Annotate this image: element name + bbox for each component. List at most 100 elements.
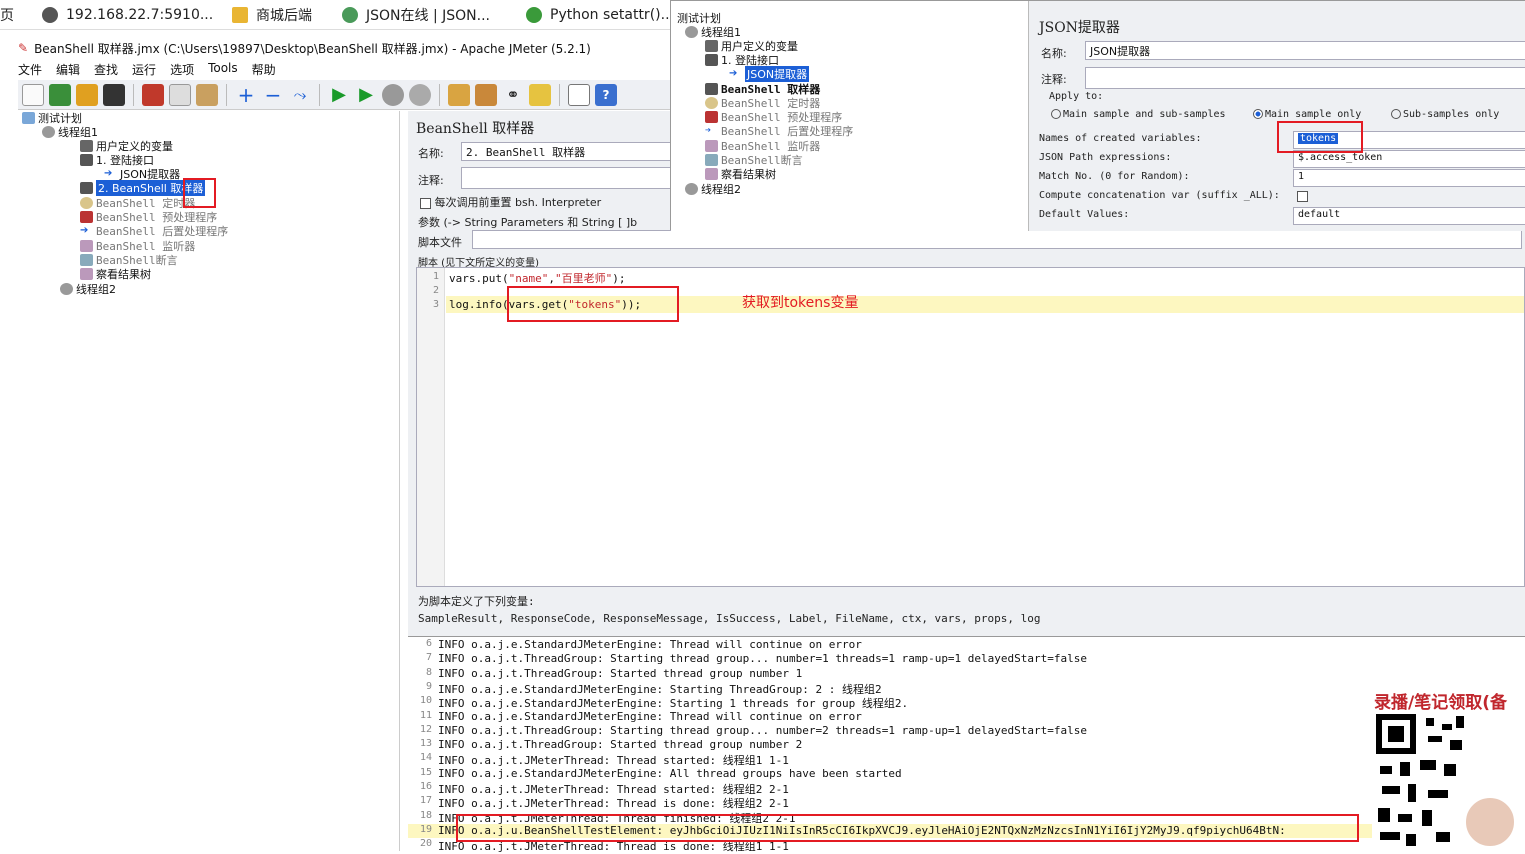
extractor-name-field[interactable]: JSON提取器: [1085, 41, 1525, 60]
ov-node-listener[interactable]: BeanShell 监听器: [705, 139, 820, 153]
panel-heading: BeanShell 取样器: [416, 121, 535, 137]
ov-node-test-plan[interactable]: 测试计划: [677, 11, 721, 25]
qr-code-icon: [1376, 714, 1464, 846]
ov-node-timer[interactable]: BeanShell 定时器: [705, 96, 820, 110]
browser-tab-mall[interactable]: 商城后端: [232, 5, 312, 25]
menu-run[interactable]: 运行: [132, 61, 156, 79]
script-file-field[interactable]: [472, 230, 1522, 249]
toolbar-separator: [319, 83, 320, 106]
log-line-number: 8: [425, 666, 432, 678]
ov-node-results-tree[interactable]: 察看结果树: [705, 167, 776, 181]
save-icon[interactable]: [103, 83, 125, 106]
ov-node-json-extractor[interactable]: ➔ JSON提取器: [729, 66, 810, 82]
radio-main-only[interactable]: Main sample only: [1253, 109, 1361, 120]
radio-main-and-sub[interactable]: Main sample and sub-samples: [1051, 109, 1226, 120]
match-no-field[interactable]: 1: [1293, 169, 1525, 187]
menu-search[interactable]: 查找: [94, 61, 118, 79]
shutdown-icon[interactable]: [409, 83, 431, 106]
test-plan-tree: 测试计划 线程组1 用户定义的变量 1. 登陆接口 ➔ JSON提取器 2. Be…: [18, 111, 400, 851]
default-values-field[interactable]: default: [1293, 207, 1525, 225]
highlight-box-tokens: [1277, 121, 1363, 153]
ov-node-beanshell-sampler[interactable]: BeanShell 取样器: [705, 82, 820, 96]
clear-all-icon[interactable]: [475, 83, 497, 106]
concat-checkbox[interactable]: [1297, 189, 1308, 202]
log-line-number: 12: [419, 723, 432, 735]
menu-tools[interactable]: Tools: [208, 61, 238, 79]
tree-node-thread-group-1[interactable]: 线程组1: [42, 125, 98, 139]
templates-icon[interactable]: [49, 83, 71, 106]
log-line-number: 14: [419, 752, 432, 764]
browser-tab-vnc[interactable]: 192.168.22.7:5910...: [42, 5, 213, 25]
tree-node-json-extractor[interactable]: ➔ JSON提取器: [104, 167, 180, 181]
binoculars-icon[interactable]: ⚭: [502, 84, 524, 106]
log-line-text: INFO o.a.j.t.ThreadGroup: Starting threa…: [438, 723, 1088, 737]
radio-button[interactable]: [1253, 109, 1263, 119]
ov-node-user-vars[interactable]: 用户定义的变量: [705, 39, 798, 53]
start-icon[interactable]: ▶: [328, 84, 350, 106]
radio-sub-only[interactable]: Sub-samples only: [1391, 109, 1499, 120]
extractor-comment-field[interactable]: [1085, 67, 1525, 89]
cut-icon[interactable]: [142, 83, 164, 106]
menu-help[interactable]: 帮助: [252, 61, 276, 79]
tree-node-beanshell-post[interactable]: ➔ BeanShell 后置处理程序: [80, 224, 228, 238]
browser-tab-home[interactable]: 页: [0, 5, 14, 25]
browser-tab-python[interactable]: Python setattr()...: [526, 5, 674, 25]
help-icon[interactable]: ?: [595, 83, 617, 106]
open-icon[interactable]: [76, 83, 98, 106]
ov-node-thread-group-1[interactable]: 线程组1: [685, 25, 741, 39]
reset-search-icon[interactable]: [529, 83, 551, 106]
log-line-text: INFO o.a.j.t.ThreadGroup: Started thread…: [438, 666, 803, 680]
toggle-icon[interactable]: ⤳: [289, 84, 311, 106]
radio-button[interactable]: [1051, 109, 1061, 119]
new-icon[interactable]: [22, 83, 44, 106]
menu-file[interactable]: 文件: [18, 61, 42, 79]
log-line-number: 16: [419, 781, 432, 792]
tree-node-beanshell-timer[interactable]: BeanShell 定时器: [80, 196, 195, 210]
ov-node-post[interactable]: ➔ BeanShell 后置处理程序: [705, 124, 853, 138]
checkbox[interactable]: [1297, 190, 1308, 202]
vars-title: 为脚本定义了下列变量:: [418, 595, 535, 608]
menu-options[interactable]: 选项: [170, 61, 194, 79]
tree-node-login[interactable]: 1. 登陆接口: [80, 153, 154, 167]
magnifier-icon: [80, 254, 93, 266]
pencil-icon: [80, 154, 93, 166]
menu-bar: 文件 编辑 查找 运行 选项 Tools 帮助: [18, 61, 678, 79]
ov-node-thread-group-2[interactable]: 线程组2: [685, 182, 741, 196]
log-line: 12 INFO o.a.j.t.ThreadGroup: Starting thr…: [408, 724, 1525, 738]
comment-field[interactable]: [461, 167, 673, 189]
name-field[interactable]: 2. BeanShell 取样器: [461, 142, 673, 161]
checkbox[interactable]: [420, 197, 431, 209]
tree-node-beanshell-pre[interactable]: BeanShell 预处理程序: [80, 210, 217, 224]
toolbar-separator: [559, 83, 560, 106]
log-line: 8 INFO o.a.j.t.ThreadGroup: Started threa…: [408, 667, 1525, 681]
log-line: 15 INFO o.a.j.e.StandardJMeterEngine: All…: [408, 767, 1525, 781]
tree-node-test-plan[interactable]: 测试计划: [22, 111, 82, 125]
tree-node-beanshell-assertion[interactable]: BeanShell断言: [80, 253, 178, 267]
collapse-icon[interactable]: −: [262, 84, 284, 106]
pencil-icon: [80, 182, 93, 194]
expand-icon[interactable]: +: [235, 84, 257, 106]
line-gutter: [417, 268, 445, 586]
stop-icon[interactable]: [382, 83, 404, 106]
radio-button[interactable]: [1391, 109, 1401, 119]
paste-icon[interactable]: [196, 83, 218, 106]
tab-label: JSON在线 | JSON...: [366, 8, 490, 24]
start-no-pause-icon[interactable]: ▶: [355, 84, 377, 106]
tree-node-thread-group-2[interactable]: 线程组2: [60, 282, 116, 296]
toolbar-separator: [226, 83, 227, 106]
ov-node-login[interactable]: 1. 登陆接口: [705, 53, 779, 67]
function-helper-icon[interactable]: [568, 83, 590, 106]
json-extractor-panel: JSON提取器 名称: JSON提取器 注释: Apply to: Main s…: [1029, 1, 1525, 231]
log-line: 17 INFO o.a.j.t.JMeterThread: Thread is d…: [408, 795, 1525, 810]
ov-node-assertion[interactable]: BeanShell断言: [705, 153, 803, 167]
browser-tab-json[interactable]: JSON在线 | JSON...: [342, 5, 490, 25]
copy-icon[interactable]: [169, 83, 191, 106]
tree-node-beanshell-listener[interactable]: BeanShell 监听器: [80, 239, 195, 253]
tree-node-user-vars[interactable]: 用户定义的变量: [80, 139, 173, 153]
menu-edit[interactable]: 编辑: [56, 61, 80, 79]
clear-icon[interactable]: [448, 83, 470, 106]
ov-node-pre[interactable]: BeanShell 预处理程序: [705, 110, 842, 124]
tree-node-results-tree[interactable]: 察看结果树: [80, 267, 151, 281]
log-line-number: 9: [425, 680, 432, 692]
reset-interpreter-checkbox[interactable]: 每次调用前重置 bsh. Interpreter: [420, 194, 601, 210]
